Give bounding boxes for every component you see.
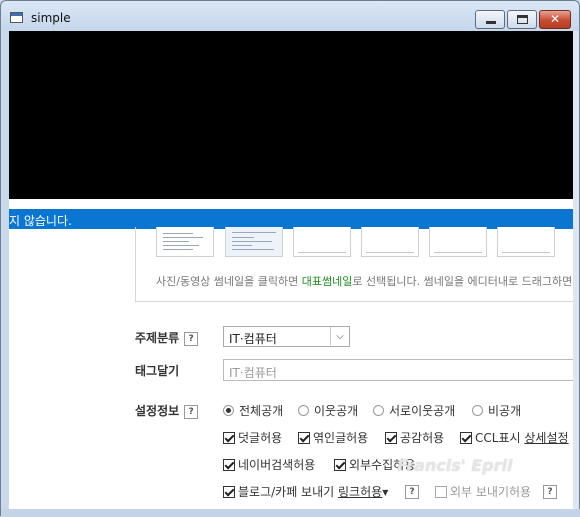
watermark-logo: Francis' Epril — [397, 456, 513, 475]
checkbox-checked-icon — [334, 459, 346, 471]
minimize-button[interactable] — [475, 10, 505, 29]
blog-cafe-send-checkbox[interactable]: 블로그/카페 보내기 링크허용▼ — [223, 483, 388, 500]
allow-likes-checkbox[interactable]: 공감허용 — [385, 429, 444, 446]
tags-input-value: IT·컴퓨터 — [229, 366, 277, 380]
topic-select[interactable]: IT·컴퓨터 ⌵ — [223, 326, 350, 347]
notice-text: 지 않습니다. — [9, 214, 72, 228]
close-button[interactable]: ✕ — [539, 10, 571, 29]
thumbnail-5[interactable] — [429, 227, 487, 257]
checkbox-checked-icon — [460, 432, 472, 444]
radio-icon — [373, 405, 384, 416]
thumbnail-6[interactable] — [497, 227, 555, 257]
thumbnail-1[interactable] — [156, 227, 214, 257]
window-title: simple — [31, 11, 71, 25]
right-scrollbar[interactable] — [573, 31, 579, 509]
checkbox-checked-icon — [298, 432, 310, 444]
checkbox-icon — [435, 486, 447, 498]
ccl-checkbox[interactable]: CCL표시 상세설정 — [460, 429, 569, 446]
thumbnail-4[interactable] — [361, 227, 419, 257]
close-icon: ✕ — [549, 12, 561, 26]
thumbnail-3[interactable] — [293, 227, 351, 257]
radio-icon — [298, 405, 309, 416]
settings-label: 설정정보? — [135, 402, 199, 419]
checkbox-checked-icon — [223, 486, 235, 498]
app-window: simple ✕ 지 않습니다. 사진/동영상 썸네일을 클릭하면 대표썸네일로… — [0, 0, 580, 517]
thumbnail-2[interactable] — [225, 227, 283, 257]
maximize-button[interactable] — [507, 10, 537, 29]
allow-trackbacks-checkbox[interactable]: 엮인글허용 — [298, 429, 368, 446]
checkbox-checked-icon — [223, 432, 235, 444]
notice-bar: 지 않습니다. — [9, 209, 573, 229]
radio-icon — [472, 405, 483, 416]
radio-selected-icon — [223, 405, 234, 416]
thumbnail-panel: 사진/동영상 썸네일을 클릭하면 대표썸네일로 선택됩니다. 썸네일을 에디터내… — [135, 227, 573, 302]
minimize-icon — [486, 21, 496, 24]
ccl-settings-link[interactable]: 상세설정 — [524, 431, 568, 445]
external-send-checkbox[interactable]: 외부 보내기허용 — [435, 483, 531, 500]
maximize-icon — [517, 15, 528, 24]
chevron-down-icon: ⌵ — [330, 327, 349, 346]
app-icon — [10, 12, 23, 23]
visibility-radio-public[interactable]: 전체공개 — [223, 402, 283, 419]
visibility-radio-private[interactable]: 비공개 — [472, 402, 521, 419]
topic-label: 주제분류? — [135, 329, 199, 346]
thumbnail-help-text: 사진/동영상 썸네일을 클릭하면 대표썸네일로 선택됩니다. 썸네일을 에디터내… — [156, 275, 573, 288]
help-icon[interactable]: ? — [184, 405, 199, 419]
allow-naver-search-checkbox[interactable]: 네이버검색허용 — [223, 456, 315, 473]
tags-label: 태그달기 — [135, 364, 180, 378]
post-settings-panel: 사진/동영상 썸네일을 클릭하면 대표썸네일로 선택됩니다. 썸네일을 에디터내… — [9, 227, 573, 509]
help-icon[interactable]: ? — [543, 485, 557, 499]
visibility-radio-mutual[interactable]: 서로이웃공개 — [373, 402, 455, 419]
representative-thumbnail-label: 대표썸네일 — [301, 275, 353, 288]
help-icon[interactable]: ? — [405, 485, 419, 499]
checkbox-checked-icon — [223, 459, 235, 471]
checkbox-checked-icon — [385, 432, 397, 444]
link-allow-dropdown[interactable]: 링크허용 — [338, 485, 382, 499]
title-bar[interactable]: simple ✕ — [1, 1, 579, 31]
caret-down-icon: ▼ — [382, 488, 389, 497]
allow-comments-checkbox[interactable]: 덧글허용 — [223, 429, 282, 446]
visibility-radio-neighbors[interactable]: 이웃공개 — [298, 402, 358, 419]
tags-input[interactable]: IT·컴퓨터 — [223, 359, 573, 381]
help-icon[interactable]: ? — [184, 332, 199, 346]
topic-select-value: IT·컴퓨터 — [229, 332, 277, 346]
video-area — [9, 31, 573, 199]
client-area: 지 않습니다. 사진/동영상 썸네일을 클릭하면 대표썸네일로 선택됩니다. 썸… — [9, 31, 573, 509]
